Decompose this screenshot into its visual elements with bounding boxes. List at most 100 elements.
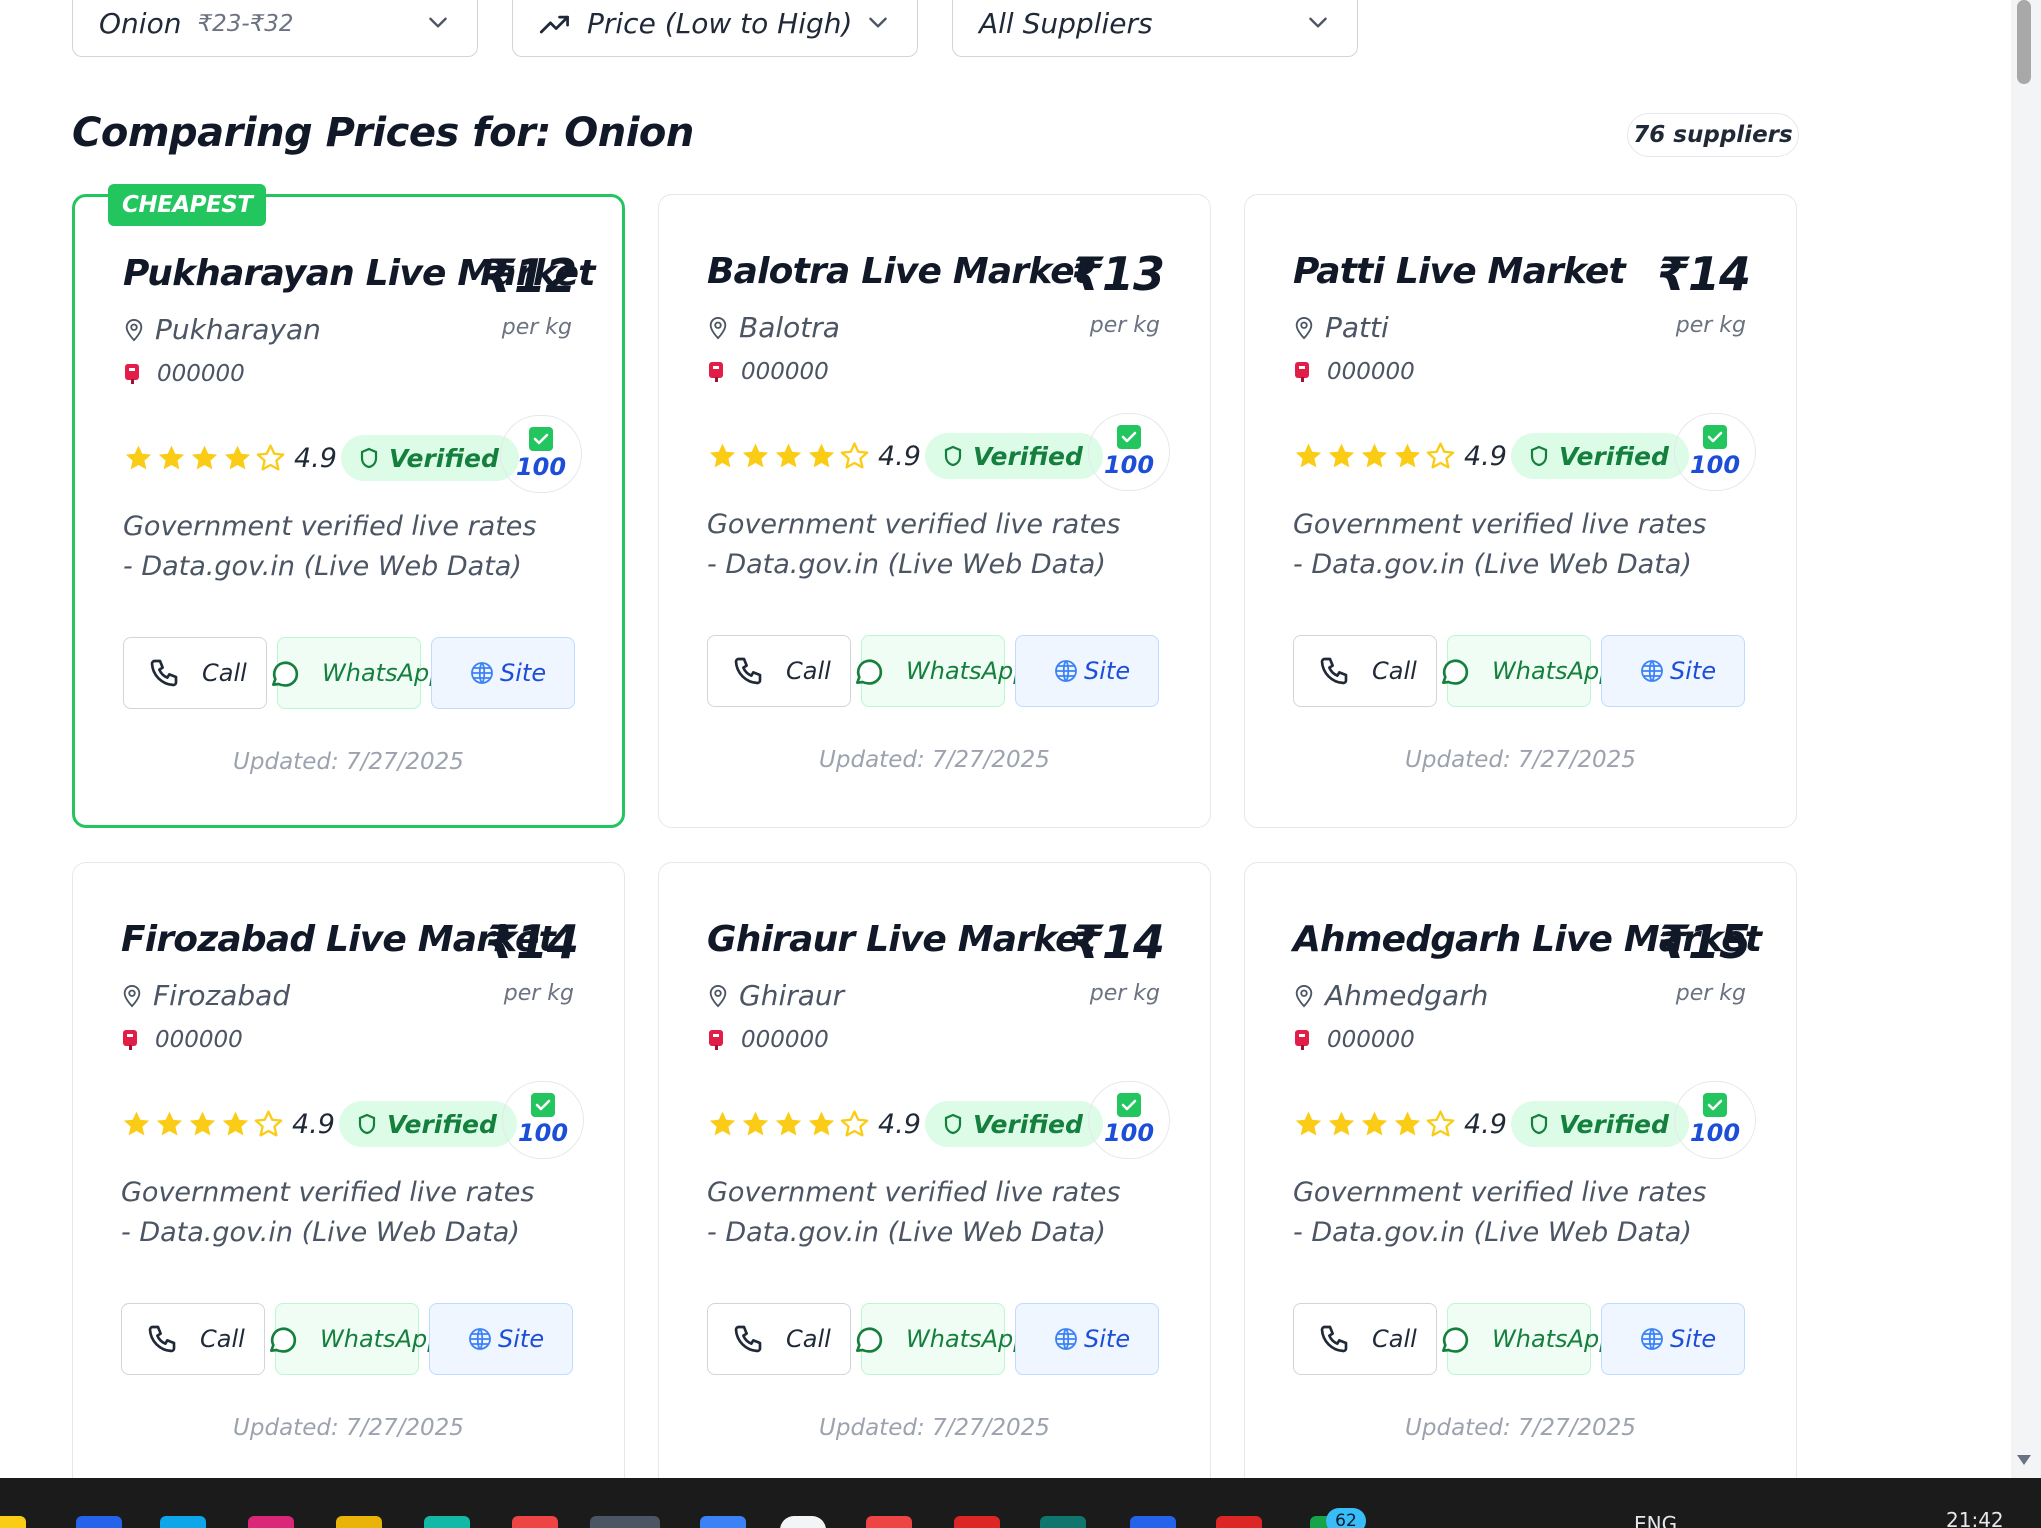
star-icon xyxy=(123,1111,150,1135)
supplier-description: Government verified live rates - Data.go… xyxy=(123,511,537,582)
call-button[interactable]: Call xyxy=(123,637,267,709)
whatsapp-label: WhatsApp xyxy=(906,1325,1029,1353)
check-icon xyxy=(531,1093,555,1117)
map-pin-icon xyxy=(1295,316,1313,339)
call-label: Call xyxy=(786,1325,831,1353)
supplier-card: Balotra Live Market ₹13 per kg Balotra 0… xyxy=(658,194,1211,828)
site-button[interactable]: Site xyxy=(1015,635,1159,707)
whatsapp-button[interactable]: WhatsApp xyxy=(1442,635,1614,707)
whatsapp-label: WhatsApp xyxy=(320,1325,443,1353)
call-button[interactable]: Call xyxy=(1293,635,1437,707)
trust-score: 100 xyxy=(500,415,582,493)
site-label: Site xyxy=(498,1325,545,1353)
chevron-down-icon xyxy=(1309,17,1327,28)
call-label: Call xyxy=(200,1325,245,1353)
supplier-description: Government verified live rates - Data.go… xyxy=(1293,509,1707,580)
verified-label: Verified xyxy=(1558,441,1669,471)
whatsapp-button[interactable]: WhatsApp xyxy=(272,637,444,709)
scrollbar-thumb[interactable] xyxy=(2017,0,2031,84)
star-icon xyxy=(742,443,769,467)
site-button[interactable]: Site xyxy=(1601,1303,1745,1375)
whatsapp-button[interactable]: WhatsApp xyxy=(270,1303,442,1375)
taskbar-app-icon[interactable] xyxy=(954,1516,1000,1528)
shield-icon xyxy=(1530,445,1548,467)
price-unit: per kg xyxy=(1089,981,1160,1006)
price-unit: per kg xyxy=(1675,313,1746,338)
shield-icon xyxy=(944,1113,962,1135)
updated-date: Updated: 7/27/2025 xyxy=(819,1415,1050,1441)
star-icon xyxy=(1328,1111,1355,1135)
call-label: Call xyxy=(202,659,247,687)
taskbar-app-icon[interactable] xyxy=(1130,1516,1176,1528)
action-buttons: Call WhatsApp Site xyxy=(1293,1303,1745,1375)
taskbar-app-icon[interactable] xyxy=(1216,1516,1262,1528)
taskbar-app-icon[interactable] xyxy=(76,1516,122,1528)
taskbar-app-icon[interactable] xyxy=(866,1516,912,1528)
star-icon xyxy=(156,1111,183,1135)
rating-value: 4.9 xyxy=(878,1108,921,1140)
star-icon xyxy=(222,1111,249,1135)
taskbar-app-icon[interactable] xyxy=(248,1516,294,1528)
scroll-down-arrow-icon[interactable] xyxy=(2017,1455,2031,1465)
supplier-price: ₹12 xyxy=(482,249,577,303)
check-icon xyxy=(1703,1093,1727,1117)
product-select[interactable]: Onion ₹23-₹32 xyxy=(72,0,478,57)
supplier-card: Ghiraur Live Market ₹14 per kg Ghiraur 0… xyxy=(658,862,1211,1496)
whatsapp-label: WhatsApp xyxy=(1492,1325,1615,1353)
check-icon xyxy=(1703,425,1727,449)
location-text: Ghiraur xyxy=(739,979,845,1012)
whatsapp-button[interactable]: WhatsApp xyxy=(1442,1303,1614,1375)
taskbar-app-icon[interactable] xyxy=(512,1516,558,1528)
phone-icon xyxy=(734,657,762,685)
phone-icon xyxy=(150,659,178,687)
trending-up-icon xyxy=(539,15,569,33)
scrollbar[interactable] xyxy=(2011,0,2041,1478)
supplier-name: Balotra Live Market xyxy=(707,251,1091,292)
taskbar-app-icon[interactable] xyxy=(1040,1516,1086,1528)
supplier-location: Firozabad xyxy=(121,979,290,1012)
taskbar-app-icon[interactable] xyxy=(780,1516,826,1528)
updated-date: Updated: 7/27/2025 xyxy=(233,749,464,775)
site-button[interactable]: Site xyxy=(431,637,575,709)
site-button[interactable]: Site xyxy=(429,1303,573,1375)
language-indicator[interactable]: ENG xyxy=(1634,1512,1677,1528)
taskbar-app-icon[interactable] xyxy=(336,1516,382,1528)
supplier-select[interactable]: All Suppliers xyxy=(952,0,1358,57)
taskbar-app-icon[interactable] xyxy=(0,1516,26,1528)
map-pin-icon xyxy=(123,984,141,1007)
call-label: Call xyxy=(786,657,831,685)
action-buttons: Call WhatsApp Site xyxy=(707,635,1159,707)
system-clock[interactable]: 21:42 xyxy=(1946,1508,2004,1528)
call-button[interactable]: Call xyxy=(707,635,851,707)
call-button[interactable]: Call xyxy=(707,1303,851,1375)
rating-row: 4.9 Verified xyxy=(707,433,1103,479)
supplier-pincode: 000000 xyxy=(707,359,829,385)
call-button[interactable]: Call xyxy=(1293,1303,1437,1375)
check-icon xyxy=(1117,1093,1141,1117)
whatsapp-button[interactable]: WhatsApp xyxy=(856,1303,1028,1375)
pincode-text: 000000 xyxy=(155,1027,243,1053)
postbox-icon xyxy=(125,364,139,384)
supplier-grid: CHEAPEST Pukharayan Live Market ₹12 per … xyxy=(72,184,1797,1496)
taskbar-app-icon[interactable] xyxy=(160,1516,206,1528)
phone-icon xyxy=(148,1325,176,1353)
taskbar-app-icon[interactable] xyxy=(424,1516,470,1528)
supplier-pincode: 000000 xyxy=(123,361,245,387)
site-label: Site xyxy=(1670,657,1717,685)
star-icon xyxy=(189,1111,216,1135)
call-button[interactable]: Call xyxy=(121,1303,265,1375)
site-button[interactable]: Site xyxy=(1015,1303,1159,1375)
site-button[interactable]: Site xyxy=(1601,635,1745,707)
whatsapp-icon xyxy=(272,661,299,687)
taskbar-app-icon[interactable] xyxy=(590,1516,660,1528)
taskbar: 62 ENG 21:42 xyxy=(0,1478,2041,1528)
verified-label: Verified xyxy=(1558,1109,1669,1139)
star-icon xyxy=(1295,443,1322,467)
whatsapp-icon xyxy=(856,659,883,685)
supplier-location: Patti xyxy=(1293,311,1389,344)
taskbar-app-icon[interactable] xyxy=(700,1516,746,1528)
price-unit: per kg xyxy=(1089,313,1160,338)
star-icon xyxy=(808,443,835,467)
whatsapp-button[interactable]: WhatsApp xyxy=(856,635,1028,707)
sort-select[interactable]: Price (Low to High) xyxy=(512,0,918,57)
